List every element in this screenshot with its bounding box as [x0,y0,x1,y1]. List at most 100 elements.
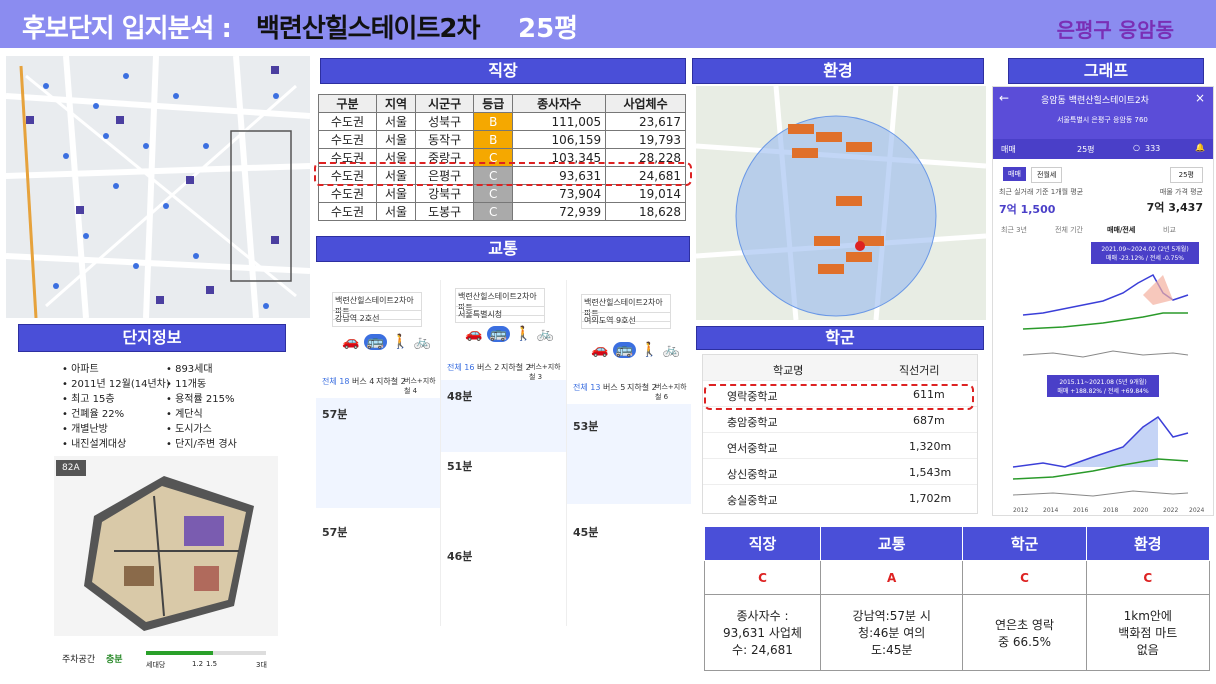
route-card[interactable]: 51분 [441,454,567,544]
period-0[interactable]: 최근 3년 [1001,225,1027,235]
tab-all[interactable]: 전체 18 [322,376,349,387]
cell: 73,904 [512,184,607,203]
summary-detail: 종사자수 : 93,631 사업체수: 24,681 [704,594,821,671]
list-item[interactable]: 상신중학교 1,543m [703,459,977,485]
summary-detail: 연은초 영락중 66.5% [962,594,1087,671]
destination-field[interactable]: 강남역 2호선 [332,310,422,327]
tab-trade[interactable]: 매매 [1001,144,1016,155]
environment-map[interactable] [696,86,986,320]
route-card[interactable]: 45분 [567,516,691,626]
school-distance: 1,320m [909,440,952,453]
route-card[interactable]: 57분 [316,398,440,508]
parking-bar [146,651,266,655]
summary-detail-row: 종사자수 : 93,631 사업체수: 24,681 강남역:57분 시청:46… [704,594,1211,671]
summary-detail: 강남역:57분 시청:46분 여의도:45분 [819,594,964,671]
cell: 도봉구 [415,202,475,221]
summary-grade-row: C A C C [704,560,1211,595]
cell: 19,014 [605,184,686,203]
tab-bus-subway[interactable]: 버스+지하철 4 [404,376,440,396]
route-card[interactable]: 57분 [316,516,440,626]
parking-scale-0: 세대당 [146,661,166,669]
info-item: 계단식 [166,407,286,422]
route-time: 57분 [322,408,348,421]
year-tick: 2016 [1073,507,1089,514]
note-2-range: 2015.11~2021.08 (5년 9개월) [1059,379,1147,386]
info-item: 단지/주변 경사 [166,437,286,452]
job-table: 구분 지역 시군구 등급 종사자수 사업체수 수도권 서울 성북구 B 111,005 2… [318,94,686,221]
tab-bus-subway[interactable]: 버스+지하철 3 [529,362,566,382]
tab-bus[interactable]: 버스 5 [603,382,625,393]
parking-row: 주차공간 충분 세대당 1.2 1.5 3대 [62,648,282,678]
phone-topbar: ← 응암동 백련산힐스테이트2차 × 서울특별시 은평구 응암동 760 [993,87,1213,139]
note-1-change: 매매 -23.12% / 전세 -0.75% [1106,255,1184,262]
bell-icon[interactable]: 🔔 [1195,143,1205,152]
close-icon[interactable]: × [1195,91,1205,105]
cell: 수도권 [318,184,377,203]
summary-table: 직장 교통 학군 환경 C A C C 종사자수 : 93,631 사업체수: … [704,526,1211,671]
info-item: 2011년 12월(14년차) [62,377,172,392]
transport-icons[interactable]: 🚗 🚌 🚶 🚲 [342,334,431,350]
period-2[interactable]: 매매/전세 [1107,225,1135,235]
period-3[interactable]: 비교 [1163,225,1176,235]
destination-field[interactable]: 여의도역 9호선 [581,312,671,329]
school-header: 학교명 직선거리 [703,355,977,381]
list-item[interactable]: 충암중학교 687m [703,407,977,433]
route-card[interactable]: 48분 [441,380,567,452]
tab-bus-subway[interactable]: 버스+지하철 6 [655,382,690,402]
environment-map-graphic [696,86,986,320]
route-card[interactable]: 46분 [441,544,567,626]
section-graph: 그래프 [1008,58,1204,84]
school-distance: 687m [913,414,945,427]
table-row: 수도권 서울 동작구 B 106,159 19,793 [318,130,686,149]
route-card[interactable]: 53분 [567,404,691,504]
back-arrow-icon[interactable]: ← [999,91,1009,105]
route-time: 45분 [573,526,599,539]
parking-label: 주차공간 [62,655,96,665]
tab-all[interactable]: 전체 13 [573,382,600,393]
complex-info-left: 아파트 2011년 12월(14년차) 최고 15층 건폐율 22% 개별난방 … [62,362,172,452]
sub-tab-trade[interactable]: 매매 [1003,167,1026,181]
period-1[interactable]: 전체 기간 [1055,225,1083,235]
tab-bus[interactable]: 버스 2 [477,362,499,373]
note-2-change: 매매 +188.82% / 전세 +69.84% [1057,388,1149,395]
tab-size[interactable]: 25평 [1077,144,1095,155]
grade-cell: B [473,112,514,131]
transport-icons[interactable]: 🚗 🚌 🚶 🚲 [591,342,680,358]
sub-tab-rent[interactable]: 전월세 [1031,167,1063,183]
complex-info-right: 893세대 11개동 용적률 215% 계단식 도시가스 단지/주변 경사 [166,362,286,452]
header-region: 은평구 응암동 [1056,18,1174,42]
size-select[interactable]: 25평 [1169,167,1203,183]
phone-title: 응암동 백련산힐스테이트2차 [1041,96,1149,106]
route-time: 46분 [447,550,473,563]
school-distance: 1,702m [909,492,952,505]
chat-icon[interactable]: ○ [1133,143,1140,152]
cell: 72,939 [512,202,607,221]
cell: 동작구 [415,130,475,149]
list-item[interactable]: 연서중학교 1,320m [703,433,977,459]
summary-grade: C [1085,560,1211,595]
tab-all[interactable]: 전체 16 [447,362,474,373]
info-item: 893세대 [166,362,286,377]
school-col-distance: 직선거리 [899,364,940,377]
school-name: 숭실중학교 [727,494,778,507]
complex-map[interactable] [6,56,310,318]
job-header-row: 구분 지역 시군구 등급 종사자수 사업체수 [318,94,686,113]
tab-comments[interactable]: 333 [1145,144,1160,153]
cell: 수도권 [318,130,377,149]
destination-field[interactable]: 서울특별시청 [455,306,545,323]
tab-bus[interactable]: 버스 4 [352,376,374,387]
transport-icons[interactable]: 🚗 🚌 🚶 🚲 [465,326,554,342]
tab-subway[interactable]: 지하철 2 [501,362,531,373]
floor-plan[interactable]: 82A [54,456,278,636]
col-header: 시군구 [415,94,475,113]
cell: 성북구 [415,112,475,131]
grade-cell: C [473,202,514,221]
note-2: 2015.11~2021.08 (5년 9개월) 매매 +188.82% / 전… [1047,375,1159,397]
route-time: 53분 [573,420,599,433]
map-graphic [6,56,310,318]
list-item[interactable]: 숭실중학교 1,702m [703,485,977,511]
tab-subway[interactable]: 지하철 2 [627,382,657,393]
school-name: 상신중학교 [727,468,778,481]
tab-subway[interactable]: 지하철 2 [376,376,406,387]
phone-tabbar: 매매 25평 ○ 333 🔔 [993,139,1213,159]
